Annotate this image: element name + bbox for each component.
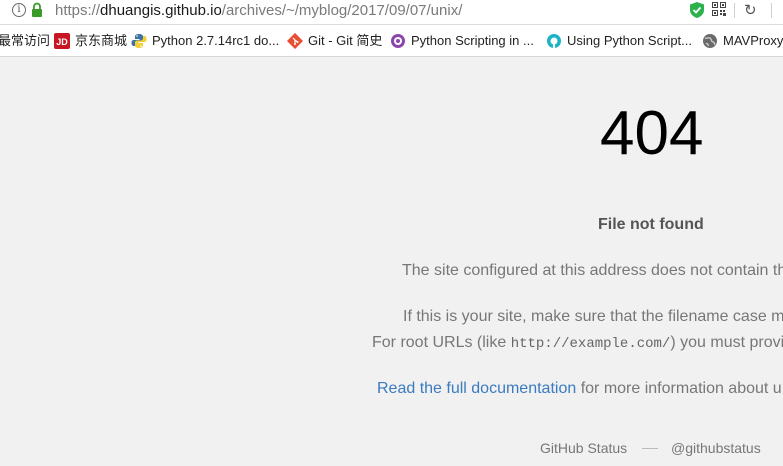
- bookmark-label: Python 2.7.14rc1 do...: [152, 33, 280, 48]
- bookmark-label: Python Scripting in ...: [411, 33, 534, 48]
- bookmark-label: 最常访问: [0, 33, 51, 48]
- bookmark-label: MAVProxy: [723, 33, 783, 48]
- documentation-link[interactable]: Read the full documentation: [377, 380, 576, 397]
- error-message-line-1: The site configured at this address does…: [402, 262, 783, 279]
- github-status-link[interactable]: GitHub Status: [540, 439, 627, 457]
- python-logo-icon: [131, 34, 147, 48]
- footer-separator: [642, 448, 658, 449]
- bookmark-label: Git - Git 简史: [308, 33, 383, 48]
- url-scheme: https://: [55, 2, 101, 19]
- error-subtitle: File not found: [598, 216, 704, 233]
- qr-code-icon[interactable]: [712, 2, 726, 16]
- url-host: dhuangis.github.io: [100, 2, 222, 19]
- reload-icon[interactable]: ↻: [744, 1, 757, 21]
- bookmark-label: Using Python Script...: [567, 33, 692, 48]
- teal-drone-icon: [547, 34, 561, 48]
- address-bar[interactable]: i https://dhuangis.github.io/archives/~/…: [0, 0, 783, 25]
- page-content: 404 File not found The site configured a…: [0, 57, 783, 466]
- lock-icon: [32, 2, 42, 17]
- bookmark-most-visited[interactable]: 最常访问: [0, 31, 50, 51]
- address-bar-edge: [771, 3, 772, 18]
- documentation-line: Read the full documentation for more inf…: [377, 378, 782, 400]
- error-code: 404: [600, 99, 704, 168]
- example-url-code: http://example.com/: [510, 336, 671, 352]
- address-bar-divider: [734, 3, 735, 18]
- shield-check-icon[interactable]: [689, 1, 705, 19]
- github-status-twitter-link[interactable]: @githubstatus: [671, 439, 761, 457]
- jd-logo-text: JD: [56, 37, 68, 47]
- root-url-prefix: For root URLs (like: [372, 334, 511, 351]
- bookmark-label: 京东商城: [75, 33, 128, 48]
- error-message-line-3: For root URLs (like http://example.com/)…: [372, 332, 783, 355]
- info-icon[interactable]: i: [12, 3, 26, 17]
- jd-logo-icon: JD: [54, 33, 70, 49]
- documentation-suffix: for more information about u: [576, 380, 782, 397]
- globe-icon: [703, 34, 717, 48]
- url-text[interactable]: https://dhuangis.github.io/archives/~/my…: [55, 1, 462, 21]
- purple-gear-icon: [391, 34, 405, 48]
- bookmarks-bar: 最常访问 JD 京东商城 Python 2.7.14rc1 do... Git …: [0, 25, 783, 57]
- git-logo-icon: [287, 33, 303, 49]
- url-path: /archives/~/myblog/2017/09/07/unix/: [221, 2, 463, 19]
- error-message-line-2: If this is your site, make sure that the…: [403, 308, 783, 325]
- root-url-suffix: ) you must provid: [670, 334, 783, 351]
